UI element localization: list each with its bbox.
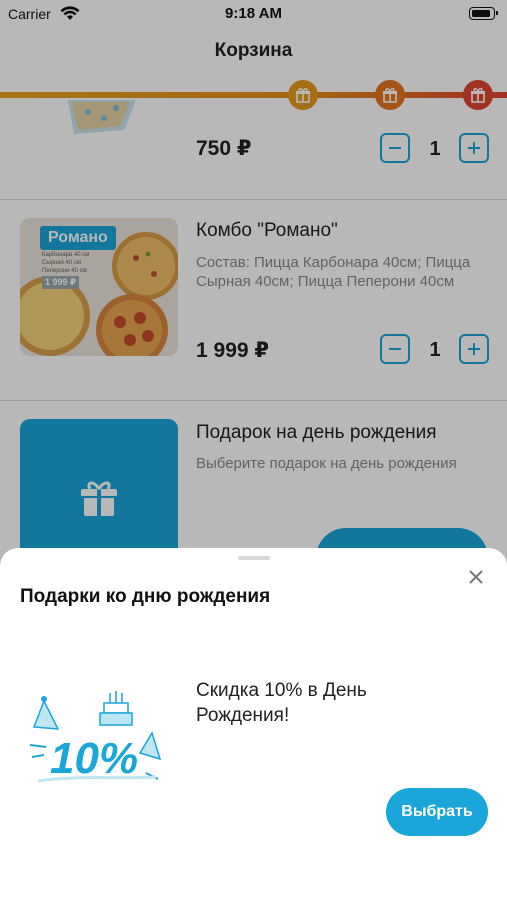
birthday-gifts-sheet: Подарки ко дню рождения 10% Скидка 10% в… [0, 548, 507, 900]
sheet-title: Подарки ко дню рождения [20, 586, 271, 607]
close-icon [469, 570, 483, 584]
discount-badge-text: 10% [50, 734, 138, 783]
close-button[interactable] [465, 566, 487, 588]
sheet-handle[interactable] [238, 556, 270, 560]
choose-button[interactable]: Выбрать [386, 788, 488, 836]
birthday-discount-illustration: 10% [28, 683, 168, 793]
gift-description: Скидка 10% в День Рождения! [196, 680, 367, 726]
cart-screen: Carrier 9:18 AM Корзина 750 ₽ 1 Романо К… [0, 0, 507, 900]
